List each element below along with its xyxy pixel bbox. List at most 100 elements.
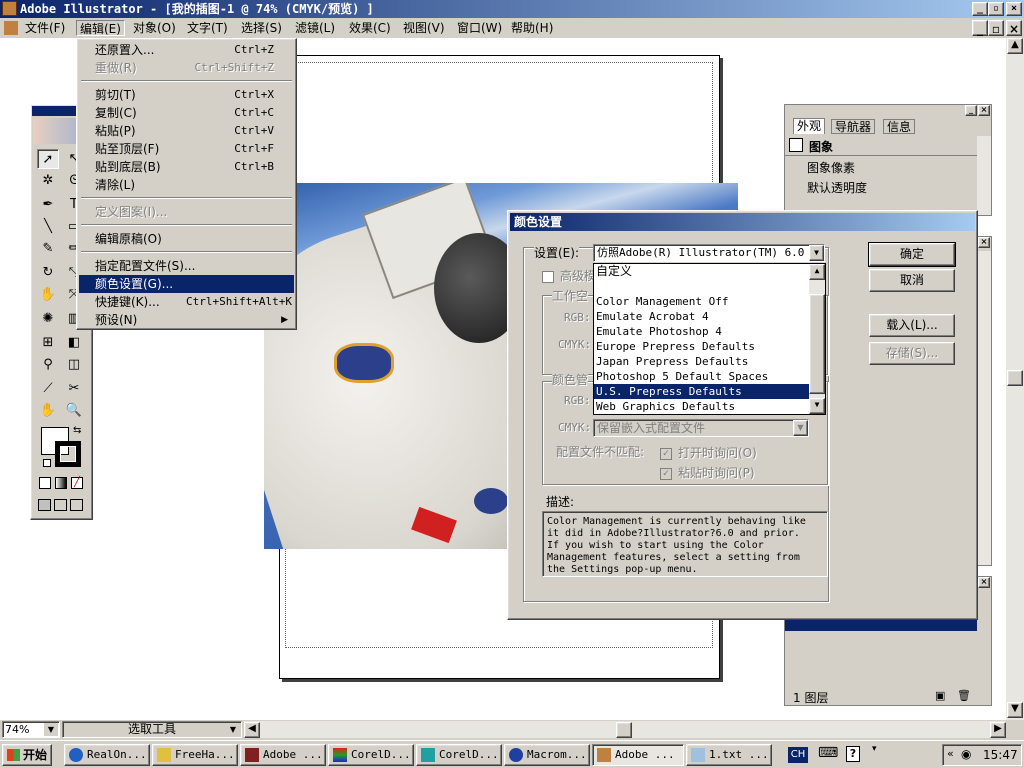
menu-view[interactable]: 视图(V) bbox=[400, 20, 448, 36]
tray-arrow-icon[interactable]: ▾ bbox=[872, 744, 877, 754]
doc-minimize-button[interactable]: _ bbox=[972, 20, 988, 36]
checkbox-box[interactable] bbox=[542, 270, 554, 283]
maximize-button[interactable]: ▫ bbox=[988, 2, 1004, 16]
load-button[interactable]: 载入(L)... bbox=[869, 314, 955, 337]
panel2-close-button[interactable]: × bbox=[978, 237, 990, 248]
menu-item-paste-front[interactable]: 贴至顶层(F) Ctrl+F bbox=[79, 140, 294, 158]
paintbrush-tool-icon[interactable]: ✎ bbox=[37, 239, 59, 259]
selection-tool-icon[interactable]: ➚ bbox=[37, 149, 59, 169]
option-photoshop5[interactable]: Photoshop 5 Default Spaces bbox=[594, 369, 825, 384]
mesh-tool-icon[interactable]: ⊞ bbox=[37, 333, 59, 353]
menu-item-shortcuts[interactable]: 快捷键(K)... Ctrl+Shift+Alt+K bbox=[79, 293, 294, 311]
language-indicator[interactable]: CH bbox=[788, 747, 808, 763]
list-scrollbar[interactable]: ▲ ▼ bbox=[809, 264, 825, 414]
task-adobe-illustrator[interactable]: Adobe ... bbox=[592, 744, 684, 766]
start-button[interactable]: 开始 bbox=[2, 744, 52, 766]
menu-help[interactable]: 帮助(H) bbox=[508, 20, 556, 36]
none-mode-button[interactable]: ╱ bbox=[71, 477, 83, 489]
chevron-down-icon[interactable]: ▼ bbox=[226, 723, 240, 736]
option-web[interactable]: Web Graphics Defaults bbox=[594, 399, 825, 414]
scroll-down-icon[interactable]: ▼ bbox=[1007, 702, 1023, 718]
tool-status-field[interactable]: 选取工具 ▼ bbox=[62, 721, 242, 738]
new-layer-icon[interactable]: ▣ bbox=[935, 689, 945, 702]
menu-file[interactable]: 文件(F) bbox=[22, 20, 68, 36]
swap-fill-stroke-icon[interactable]: ⇆ bbox=[73, 425, 81, 436]
panel-minimize-button[interactable]: _ bbox=[965, 105, 977, 116]
task-realone[interactable]: RealOn... bbox=[64, 744, 150, 766]
appearance-row-pixels[interactable]: 图象像素 bbox=[807, 159, 855, 176]
appearance-object-row[interactable]: 图象 bbox=[785, 136, 977, 156]
menu-object[interactable]: 对象(O) bbox=[130, 20, 179, 36]
stroke-swatch[interactable] bbox=[55, 441, 81, 467]
appearance-row-opacity[interactable]: 默认透明度 bbox=[807, 179, 867, 196]
doc-close-button[interactable]: × bbox=[1006, 20, 1022, 36]
scroll-left-icon[interactable]: ◀ bbox=[244, 722, 260, 738]
color-mode-button[interactable] bbox=[39, 477, 51, 489]
eyedropper-tool-icon[interactable]: ⚲ bbox=[37, 355, 59, 375]
menu-item-paste-back[interactable]: 贴到底层(B) Ctrl+B bbox=[79, 158, 294, 176]
dialog-title-bar[interactable]: 颜色设置 bbox=[510, 213, 975, 231]
ok-button[interactable]: 确定 bbox=[868, 242, 956, 267]
rotate-tool-icon[interactable]: ↻ bbox=[37, 263, 59, 283]
scroll-down-icon[interactable]: ▼ bbox=[809, 398, 825, 414]
gradient-tool-icon[interactable]: ◧ bbox=[63, 333, 85, 353]
warp-tool-icon[interactable]: ✋ bbox=[37, 285, 59, 305]
chevron-down-icon[interactable]: ▼ bbox=[44, 723, 58, 736]
menu-item-color-settings[interactable]: 颜色设置(G)... bbox=[79, 275, 294, 293]
menu-item-assign-profile[interactable]: 指定配置文件(S)... bbox=[79, 257, 294, 275]
panel-scrollbar[interactable] bbox=[977, 136, 991, 215]
task-corel-1[interactable]: CorelD... bbox=[328, 744, 414, 766]
line-tool-icon[interactable]: ╲ bbox=[37, 217, 59, 237]
zoom-tool-icon[interactable]: 🔍 bbox=[63, 401, 85, 421]
keyboard-icon[interactable]: ⌨ bbox=[818, 745, 838, 761]
task-notepad[interactable]: 1.txt ... bbox=[686, 744, 772, 766]
option-us-prepress[interactable]: U.S. Prepress Defaults bbox=[594, 384, 825, 399]
menu-effect[interactable]: 效果(C) bbox=[346, 20, 394, 36]
trash-icon[interactable]: 🗑 bbox=[957, 689, 971, 702]
menu-item-cut[interactable]: 剪切(T) Ctrl+X bbox=[79, 86, 294, 104]
scroll-up-icon[interactable]: ▲ bbox=[1007, 38, 1023, 54]
clock[interactable]: 15:47 bbox=[983, 748, 1018, 762]
help-icon[interactable]: ? bbox=[846, 746, 860, 762]
option-japan[interactable]: Japan Prepress Defaults bbox=[594, 354, 825, 369]
doc-restore-button[interactable]: ▫ bbox=[988, 20, 1004, 36]
task-freehand[interactable]: FreeHa... bbox=[152, 744, 238, 766]
menu-item-paste[interactable]: 粘贴(P) Ctrl+V bbox=[79, 122, 294, 140]
panel-title-bar[interactable] bbox=[785, 105, 991, 117]
task-adobe-1[interactable]: Adobe ... bbox=[240, 744, 326, 766]
blend-tool-icon[interactable]: ◫ bbox=[63, 355, 85, 375]
menu-edit[interactable]: 编辑(E) bbox=[76, 20, 125, 36]
menu-filter[interactable]: 滤镜(L) bbox=[292, 20, 338, 36]
tray-expand-icon[interactable]: « bbox=[947, 747, 954, 760]
screen-mode-menu[interactable] bbox=[54, 499, 67, 511]
layers-close-button[interactable]: × bbox=[978, 577, 990, 588]
cancel-button[interactable]: 取消 bbox=[869, 269, 955, 292]
tab-navigator[interactable]: 导航器 bbox=[831, 119, 876, 134]
volume-icon[interactable]: ◉ bbox=[961, 747, 971, 761]
task-macromedia[interactable]: Macrom... bbox=[504, 744, 590, 766]
option-photoshop4[interactable]: Emulate Photoshop 4 bbox=[594, 324, 825, 339]
screen-mode-full[interactable] bbox=[70, 499, 83, 511]
menu-window[interactable]: 窗口(W) bbox=[454, 20, 505, 36]
gradient-mode-button[interactable] bbox=[55, 477, 67, 489]
tab-appearance[interactable]: 外观 bbox=[793, 118, 826, 134]
panel-close-button[interactable]: × bbox=[978, 105, 990, 116]
chevron-down-icon[interactable]: ▼ bbox=[809, 245, 824, 261]
menu-select[interactable]: 选择(S) bbox=[238, 20, 285, 36]
pen-tool-icon[interactable]: ✒ bbox=[37, 195, 59, 215]
menu-item-clear[interactable]: 清除(L) bbox=[79, 176, 294, 194]
hand-tool-icon[interactable]: ✋ bbox=[37, 401, 59, 421]
task-corel-2[interactable]: CorelD... bbox=[416, 744, 502, 766]
tab-info[interactable]: 信息 bbox=[883, 119, 916, 134]
magic-wand-tool-icon[interactable]: ✲ bbox=[37, 171, 59, 191]
scroll-up-icon[interactable]: ▲ bbox=[809, 264, 825, 280]
option-cm-off[interactable]: Color Management Off bbox=[594, 294, 825, 309]
zoom-field[interactable]: 74% ▼ bbox=[2, 721, 60, 738]
horizontal-scrollbar[interactable]: ◀ ▶ bbox=[244, 721, 1006, 738]
scroll-thumb[interactable] bbox=[1007, 370, 1023, 386]
vertical-scrollbar[interactable]: ▲ ▼ bbox=[1006, 38, 1024, 720]
list-scroll-thumb[interactable] bbox=[809, 294, 825, 394]
option-europe[interactable]: Europe Prepress Defaults bbox=[594, 339, 825, 354]
menu-item-undo[interactable]: 还原置入... Ctrl+Z bbox=[79, 41, 294, 59]
panel2-scrollbar[interactable] bbox=[977, 251, 991, 565]
